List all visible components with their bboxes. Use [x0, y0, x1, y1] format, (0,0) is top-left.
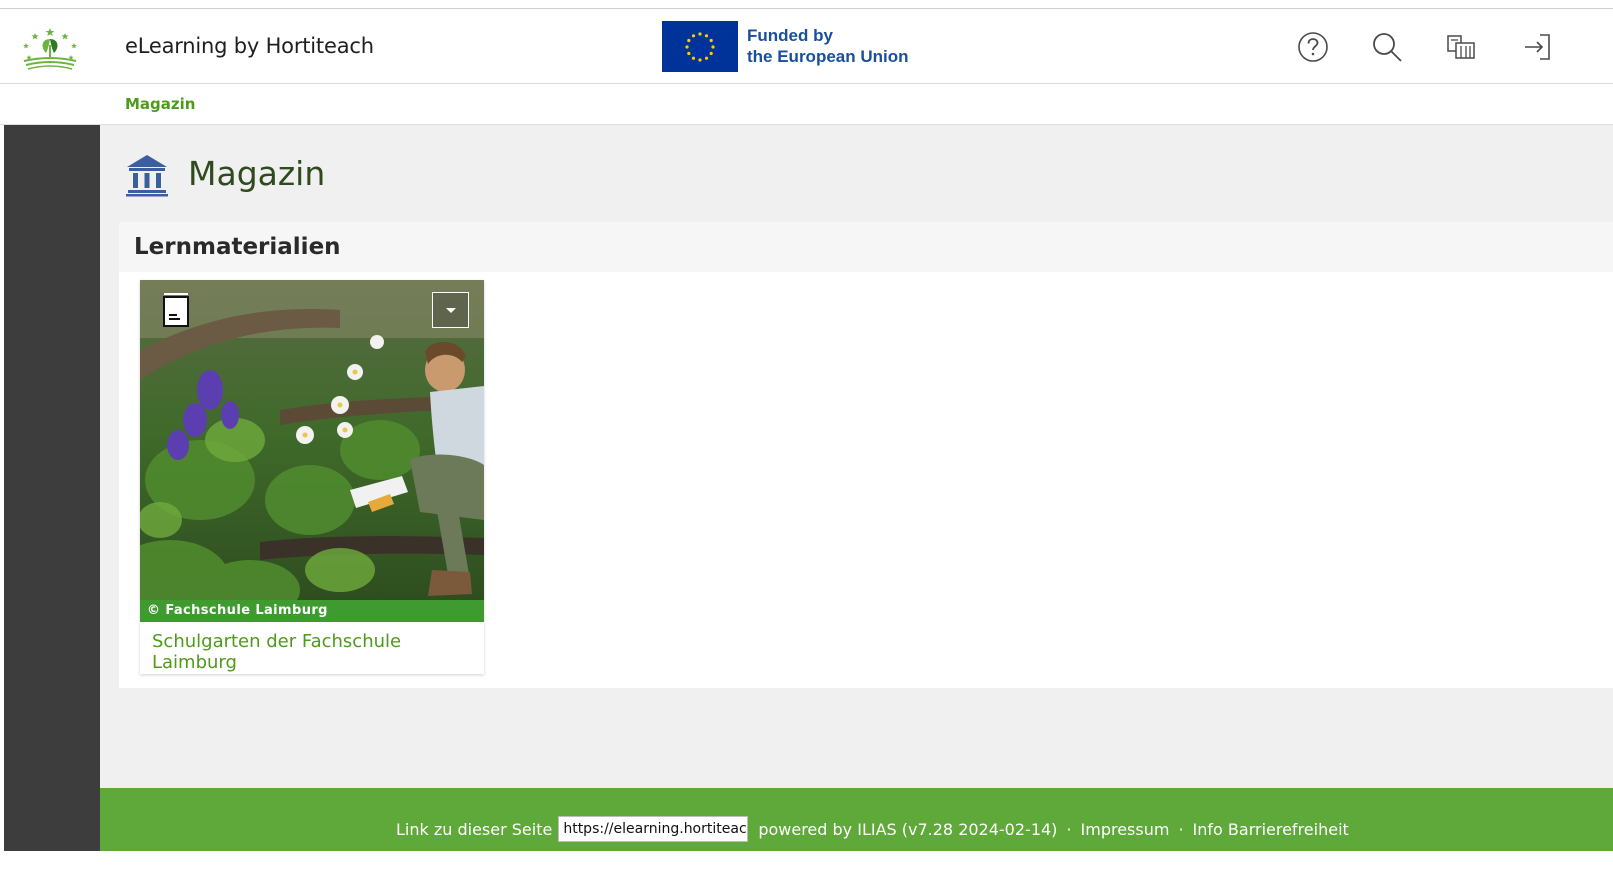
login-icon	[1525, 34, 1550, 60]
page: eLearning by Hortiteach Funded by the Eu…	[0, 0, 1613, 875]
footer-line: Link zu dieser Seite https://elearning.h…	[396, 816, 1349, 842]
main-bar	[4, 125, 100, 851]
language-button[interactable]	[1441, 27, 1481, 67]
site-title[interactable]: eLearning by Hortiteach	[125, 34, 374, 58]
permalink-field[interactable]: https://elearning.hortiteach	[558, 816, 749, 842]
eu-flag-icon	[662, 21, 738, 72]
learning-module-icon	[162, 292, 190, 328]
impressum-link[interactable]: Impressum	[1081, 820, 1170, 839]
main-content: Magazin Lernmaterialien © Fachschule Lai…	[100, 125, 1613, 788]
powered-by-text: powered by ILIAS (v7.28 2024-02-14)	[758, 819, 1058, 839]
card-copyright-text: © Fachschule Laimburg	[147, 603, 328, 618]
eu-funding-text: Funded by the European Union	[747, 25, 909, 67]
accessibility-info-link[interactable]: Info Barrierefreiheit	[1193, 820, 1349, 839]
card-copyright-caption: © Fachschule Laimburg	[140, 600, 484, 622]
panel-header: Lernmaterialien	[119, 222, 1613, 272]
permalink-label: Link zu dieser Seite	[396, 819, 553, 839]
card-image[interactable]: © Fachschule Laimburg	[140, 280, 484, 622]
card-title-link[interactable]: Schulgarten der Fachschule Laimburg	[152, 631, 484, 673]
help-icon	[1298, 32, 1328, 62]
card-actions-dropdown[interactable]	[432, 292, 469, 328]
eu-text-line1: Funded by	[747, 26, 833, 45]
footer-separator: ·	[1178, 819, 1184, 839]
top-header: eLearning by Hortiteach Funded by the Eu…	[0, 8, 1613, 84]
footer-separator: ·	[1066, 819, 1072, 839]
login-button[interactable]	[1517, 27, 1557, 67]
search-icon	[1373, 33, 1402, 62]
repository-icon	[125, 153, 169, 197]
eu-text-line2: the European Union	[747, 47, 909, 66]
help-button[interactable]	[1293, 27, 1333, 67]
language-icon	[1447, 35, 1475, 59]
hortiteach-logo[interactable]	[18, 25, 82, 71]
footer: Link zu dieser Seite https://elearning.h…	[100, 788, 1613, 851]
page-title: Magazin	[188, 154, 326, 193]
learning-materials-panel: Lernmaterialien © Fachschule Laimburg Sc…	[119, 222, 1613, 688]
section-title: Lernmaterialien	[134, 234, 341, 260]
learning-module-card[interactable]: © Fachschule Laimburg Schulgarten der Fa…	[140, 280, 484, 674]
breadcrumb: Magazin	[0, 84, 1613, 125]
search-button[interactable]	[1367, 27, 1407, 67]
breadcrumb-item-magazin[interactable]: Magazin	[125, 95, 195, 113]
